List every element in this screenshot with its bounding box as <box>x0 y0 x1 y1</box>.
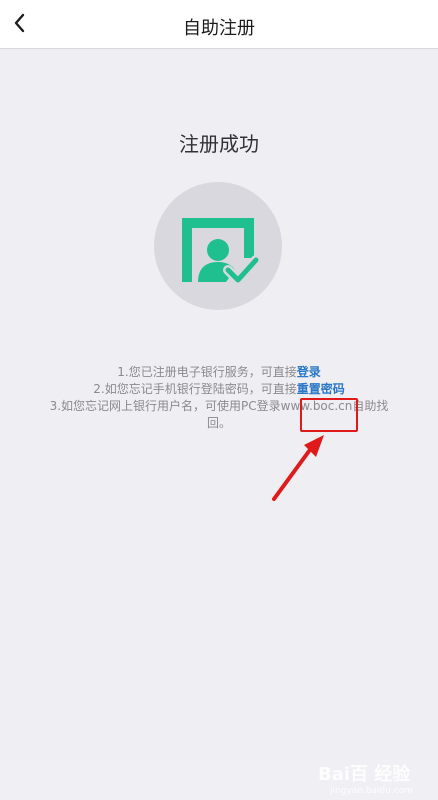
info-line-3-cont: 回。 <box>206 416 231 430</box>
success-title: 注册成功 <box>179 132 259 156</box>
annotation-arrow-icon <box>272 435 324 501</box>
watermark-brand: Bai百 经验 <box>318 764 411 785</box>
info-text: 1.您已注册电子银行服务，可直接登录 2.如您忘记手机银行登陆密码，可直接重置密… <box>0 364 438 432</box>
main-content: 注册成功 1.您已注册电子银行服务，可直接登录 2.如您忘记手机银行登陆密码，可… <box>0 49 438 796</box>
nav-bar: 自助注册 <box>0 0 438 49</box>
info-line-1: 1.您已注册电子银行服务，可直接登录 <box>117 365 321 379</box>
page-title: 自助注册 <box>183 18 255 39</box>
reset-password-link[interactable]: 重置密码 <box>297 382 345 396</box>
watermark: Bai百 经验 jingyan.baidu.com <box>318 760 428 800</box>
highlight-box <box>300 398 358 432</box>
success-badge <box>154 182 282 310</box>
info-line-2: 2.如您忘记手机银行登陆密码，可直接重置密码 <box>93 382 345 396</box>
watermark-sub: jingyan.baidu.com <box>330 786 414 796</box>
user-verified-icon <box>182 218 261 285</box>
login-link[interactable]: 登录 <box>297 365 321 379</box>
info-line-3: 3.如您忘记网上银行用户名，可使用PC登录www.boc.cn自助找 <box>49 399 389 413</box>
